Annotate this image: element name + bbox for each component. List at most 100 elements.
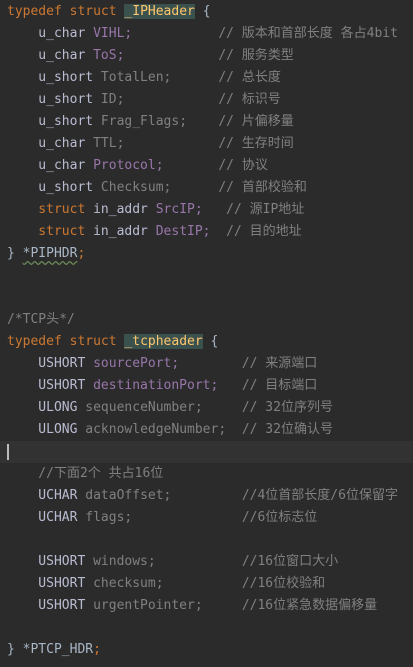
code-token: in_addr: [93, 224, 156, 239]
code-line[interactable]: [0, 287, 413, 309]
code-line-content: u_short ID; // 标识号: [7, 89, 281, 111]
code-editor[interactable]: typedef struct _IPHeader { u_char VIHL; …: [0, 0, 413, 667]
code-line[interactable]: u_short Frag_Flags; // 片偏移量: [0, 111, 413, 133]
code-token: windows;: [93, 554, 156, 569]
code-token: // 首部校验和: [218, 180, 307, 195]
code-line-content: } *PIPHDR;: [7, 243, 85, 265]
code-token: }: [7, 642, 23, 657]
code-token: Protocol;: [93, 158, 164, 173]
code-line[interactable]: u_char ToS; // 服务类型: [0, 45, 413, 67]
code-line-content: u_char Protocol; // 协议: [7, 155, 268, 177]
code-token: acknowledgeNumber;: [85, 422, 227, 437]
code-token: // 目标端口: [241, 378, 318, 393]
code-line-content: u_char ToS; // 服务类型: [7, 45, 294, 67]
code-line[interactable]: struct in_addr SrcIP; // 源IP地址: [0, 199, 413, 221]
code-line[interactable]: UCHAR flags; //6位标志位: [0, 507, 413, 529]
code-token: // 总长度: [218, 70, 281, 85]
code-line[interactable]: USHORT urgentPointer; //16位紧急数据偏移量: [0, 595, 413, 617]
code-line[interactable]: USHORT sourcePort; // 来源端口: [0, 353, 413, 375]
code-token: sequenceNumber;: [85, 400, 203, 415]
code-token: // 服务类型: [218, 48, 294, 63]
code-line[interactable]: u_short Checksum; // 首部校验和: [0, 177, 413, 199]
code-line[interactable]: [0, 617, 413, 639]
code-token: //16位窗口大小: [241, 554, 339, 569]
code-line-content: //下面2个 共占16位: [7, 463, 163, 485]
code-line[interactable]: u_short ID; // 标识号: [0, 89, 413, 111]
code-token: ToS;: [93, 48, 125, 63]
code-line[interactable]: USHORT checksum; //16位校验和: [0, 573, 413, 595]
code-line-content: } *PTCP_HDR;: [7, 639, 101, 661]
code-line-content: u_short Frag_Flags; // 片偏移量: [7, 111, 294, 133]
code-token: *PTCP_HDR: [22, 642, 94, 657]
code-token: USHORT: [7, 356, 94, 371]
code-line[interactable]: u_char VIHL; // 版本和首部长度 各占4bit: [0, 23, 413, 45]
code-token: // 协议: [218, 158, 268, 173]
code-line[interactable]: [0, 265, 413, 287]
code-line[interactable]: u_char Protocol; // 协议: [0, 155, 413, 177]
code-token: }: [7, 246, 23, 261]
code-token: // 生存时间: [218, 136, 294, 151]
code-token: //16位紧急数据偏移量: [241, 598, 378, 613]
code-line[interactable]: typedef struct _tcpheader {: [0, 331, 413, 353]
code-token: TotalLen;: [100, 70, 172, 85]
code-line[interactable]: typedef struct _IPHeader {: [0, 1, 413, 23]
code-line-content: u_char VIHL; // 版本和首部长度 各占4bit: [7, 23, 398, 45]
code-token: in_addr: [93, 202, 156, 217]
code-line-content: USHORT sourcePort; // 来源端口: [7, 353, 317, 375]
code-line[interactable]: } *PTCP_HDR;: [0, 639, 413, 661]
code-line[interactable]: u_short TotalLen; // 总长度: [0, 67, 413, 89]
code-line-content: ULONG sequenceNumber; // 32位序列号: [7, 397, 333, 419]
code-line-content: struct in_addr SrcIP; // 源IP地址: [7, 199, 304, 221]
code-line[interactable]: //下面2个 共占16位: [0, 463, 413, 485]
code-token: USHORT: [7, 554, 94, 569]
code-line[interactable]: u_char TTL; // 生存时间: [0, 133, 413, 155]
code-token: // 32位确认号: [241, 422, 333, 437]
code-token: struct: [7, 202, 94, 217]
code-token: sourcePort;: [93, 356, 180, 371]
code-token: struct: [69, 4, 125, 19]
code-token: UCHAR: [7, 488, 86, 503]
code-line[interactable]: UCHAR dataOffset; //4位首部长度/6位保留字: [0, 485, 413, 507]
code-token: {: [202, 334, 219, 349]
code-token: _IPHeader: [124, 4, 195, 19]
code-line[interactable]: ULONG acknowledgeNumber; // 32位确认号: [0, 419, 413, 441]
code-line[interactable]: struct in_addr DestIP; // 目的地址: [0, 221, 413, 243]
code-token: struct: [69, 334, 125, 349]
code-line-content: typedef struct _IPHeader {: [7, 1, 211, 23]
code-token: ;: [93, 642, 101, 657]
code-token: // 来源端口: [241, 356, 318, 371]
code-token: // 32位序列号: [241, 400, 333, 415]
code-token: u_short: [7, 114, 101, 129]
code-line[interactable]: /*TCP头*/: [0, 309, 413, 331]
code-token: urgentPointer;: [93, 598, 203, 613]
code-token: u_char: [7, 136, 94, 151]
code-token: ULONG: [7, 422, 86, 437]
code-line[interactable]: USHORT destinationPort; // 目标端口: [0, 375, 413, 397]
code-line-content: UCHAR dataOffset; //4位首部长度/6位保留字: [7, 485, 398, 507]
code-line[interactable]: [0, 441, 413, 463]
code-token: // 片偏移量: [218, 114, 294, 129]
code-line-content: u_short TotalLen; // 总长度: [7, 67, 281, 89]
code-line[interactable]: } *PIPHDR;: [0, 243, 413, 265]
code-token: //6位标志位: [241, 510, 318, 525]
code-line-content: USHORT checksum; //16位校验和: [7, 573, 325, 595]
code-token: {: [194, 4, 211, 19]
code-token: *PIPHDR: [22, 246, 78, 261]
code-token: u_char: [7, 48, 94, 63]
code-token: ID;: [100, 92, 125, 107]
code-line[interactable]: ULONG sequenceNumber; // 32位序列号: [0, 397, 413, 419]
code-line[interactable]: USHORT windows; //16位窗口大小: [0, 551, 413, 573]
code-line[interactable]: [0, 529, 413, 551]
code-token: dataOffset;: [85, 488, 172, 503]
